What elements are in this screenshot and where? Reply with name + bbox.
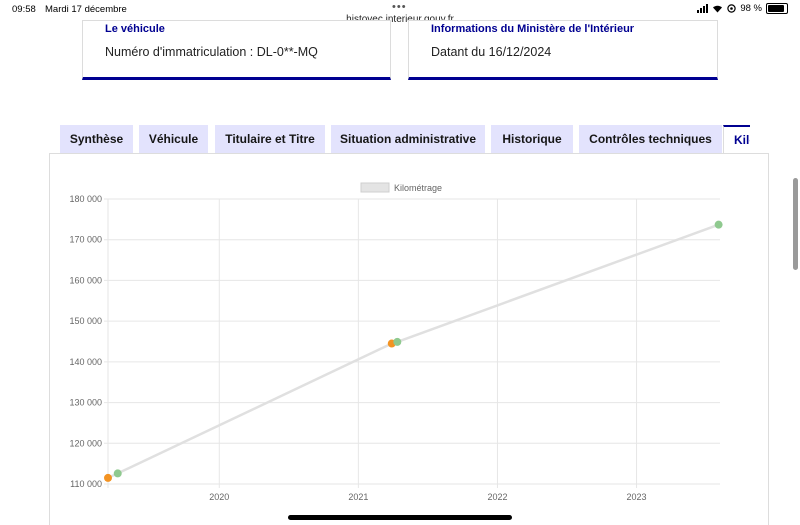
- y-tick-label: 180 000: [69, 194, 102, 204]
- mileage-point[interactable]: [714, 220, 723, 229]
- legend-label: Kilométrage: [394, 183, 442, 193]
- mileage-point[interactable]: [113, 469, 122, 478]
- legend-swatch: [360, 182, 390, 193]
- page-scrollbar[interactable]: [793, 178, 798, 270]
- x-tick-label: 2020: [209, 492, 229, 502]
- y-tick-label: 160 000: [69, 275, 102, 285]
- x-tick-label: 2023: [627, 492, 647, 502]
- x-tick-label: 2022: [487, 492, 507, 502]
- chart-grid: [104, 198, 720, 488]
- chart-legend[interactable]: Kilométrage: [360, 182, 442, 193]
- y-tick-label: 110 000: [70, 479, 102, 489]
- y-tick-label: 120 000: [69, 438, 102, 448]
- mileage-line: [107, 223, 720, 480]
- mileage-chart: 110 000 120 000 130 000 140 000 150 000 160 0…: [69, 182, 723, 502]
- home-indicator[interactable]: [288, 515, 512, 520]
- mileage-point[interactable]: [393, 337, 402, 346]
- y-tick-label: 150 000: [69, 316, 102, 326]
- chart-series: [104, 220, 723, 482]
- y-tick-label: 130 000: [69, 398, 102, 408]
- x-tick-label: 2021: [348, 492, 368, 502]
- y-tick-label: 170 000: [69, 235, 102, 245]
- y-tick-label: 140 000: [69, 357, 102, 367]
- mileage-point[interactable]: [104, 473, 112, 482]
